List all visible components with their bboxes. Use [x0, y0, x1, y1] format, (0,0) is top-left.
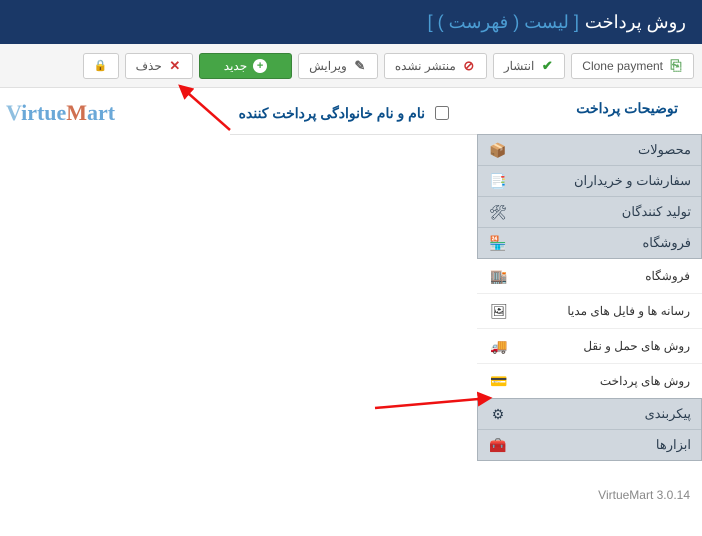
- sidebar-item-label: روش های حمل و نقل: [583, 339, 690, 353]
- page-header: روش پرداخت [ لیست ( فهرست ) ]: [0, 0, 702, 44]
- copy-icon: [669, 59, 683, 73]
- sidebar-item-icon: 🖼: [489, 303, 509, 319]
- page-title: روش پرداخت: [585, 12, 686, 33]
- sidebar-item-icon: 🛠: [488, 204, 508, 220]
- sidebar-item-label: تولید کنندگان: [622, 204, 691, 220]
- sidebar-group-item[interactable]: تولید کنندگان 🛠: [478, 197, 701, 228]
- sidebar-item-icon: 🏬: [489, 268, 509, 284]
- cancel-icon: ⊘: [462, 59, 476, 73]
- select-all-checkbox[interactable]: [435, 106, 449, 120]
- sidebar-item-label: فروشگاه: [642, 235, 691, 251]
- pencil-icon: [353, 59, 367, 73]
- lock-button[interactable]: [83, 53, 119, 79]
- sidebar-item-icon: 💳: [489, 373, 509, 389]
- sidebar-item-icon: 🚚: [489, 338, 509, 354]
- sidebar-group-item[interactable]: فروشگاه 🏪: [478, 228, 701, 258]
- sidebar-item-label: سفارشات و خریداران: [574, 173, 691, 189]
- menu-group-bottom: پیکربندی ⚙ ابزارها 🧰: [477, 398, 702, 461]
- sidebar: محصولات 📦 سفارشات و خریداران 📑 تولید کنندگان…: [477, 134, 702, 461]
- clone-button[interactable]: Clone payment: [571, 53, 694, 79]
- sidebar-item-icon: 🧰: [488, 437, 508, 453]
- virtuemart-logo: VirtueMart: [6, 100, 115, 126]
- logo-cell: VirtueMart: [0, 100, 220, 126]
- sidebar-item[interactable]: رسانه ها و فایل های مدیا 🖼: [477, 294, 702, 329]
- sidebar-group-item[interactable]: پیکربندی ⚙: [478, 399, 701, 430]
- sidebar-item[interactable]: روش های حمل و نقل 🚚: [477, 329, 702, 364]
- toolbar: ✕حذف +جدید ویرایش ⊘منتشر نشده ✔انتشار Cl…: [0, 44, 702, 88]
- version-text: VirtueMart 3.0.14: [598, 488, 690, 502]
- sidebar-item-label: پیکربندی: [645, 406, 691, 422]
- sidebar-item-label: روش های پرداخت: [600, 374, 690, 388]
- col-desc[interactable]: توضیحات پرداخت: [463, 100, 702, 126]
- sidebar-group-item[interactable]: ابزارها 🧰: [478, 430, 701, 460]
- publish-button[interactable]: ✔انتشار: [493, 53, 565, 79]
- sidebar-item-label: محصولات: [638, 142, 691, 158]
- sidebar-item[interactable]: فروشگاه 🏬: [477, 259, 702, 294]
- menu-sub-shop: فروشگاه 🏬 رسانه ها و فایل های مدیا 🖼 روش های…: [477, 259, 702, 398]
- new-button[interactable]: +جدید: [199, 53, 292, 79]
- delete-button[interactable]: ✕حذف: [125, 53, 193, 79]
- sidebar-item-icon: ⚙: [488, 406, 508, 422]
- edit-button[interactable]: ویرایش: [298, 53, 378, 79]
- check-icon: ✔: [540, 59, 554, 73]
- col-name-label[interactable]: نام و نام خانوادگی پرداخت کننده: [239, 105, 425, 122]
- lock-icon: [94, 59, 108, 73]
- unpublish-button[interactable]: ⊘منتشر نشده: [384, 53, 487, 79]
- sidebar-item-label: ابزارها: [656, 437, 691, 453]
- sidebar-group-item[interactable]: سفارشات و خریداران 📑: [478, 166, 701, 197]
- col-name: نام و نام خانوادگی پرداخت کننده: [220, 100, 463, 126]
- menu-group-top: محصولات 📦 سفارشات و خریداران 📑 تولید کنندگان…: [477, 134, 702, 259]
- sidebar-item-label: فروشگاه: [645, 269, 690, 283]
- sidebar-item-icon: 🏪: [488, 235, 508, 251]
- page-context: [ لیست ( فهرست ) ]: [428, 12, 579, 33]
- sidebar-item-icon: 📑: [488, 173, 508, 189]
- x-icon: ✕: [168, 59, 182, 73]
- sidebar-group-item[interactable]: محصولات 📦: [478, 135, 701, 166]
- sidebar-item[interactable]: روش های پرداخت 💳: [477, 364, 702, 398]
- sidebar-item-label: رسانه ها و فایل های مدیا: [567, 304, 690, 318]
- sidebar-item-icon: 📦: [488, 142, 508, 158]
- plus-icon: +: [253, 59, 267, 73]
- content-area: توضیحات پرداخت نام و نام خانوادگی پرداخت…: [0, 88, 702, 135]
- table-header-row: توضیحات پرداخت نام و نام خانوادگی پرداخت…: [0, 88, 702, 134]
